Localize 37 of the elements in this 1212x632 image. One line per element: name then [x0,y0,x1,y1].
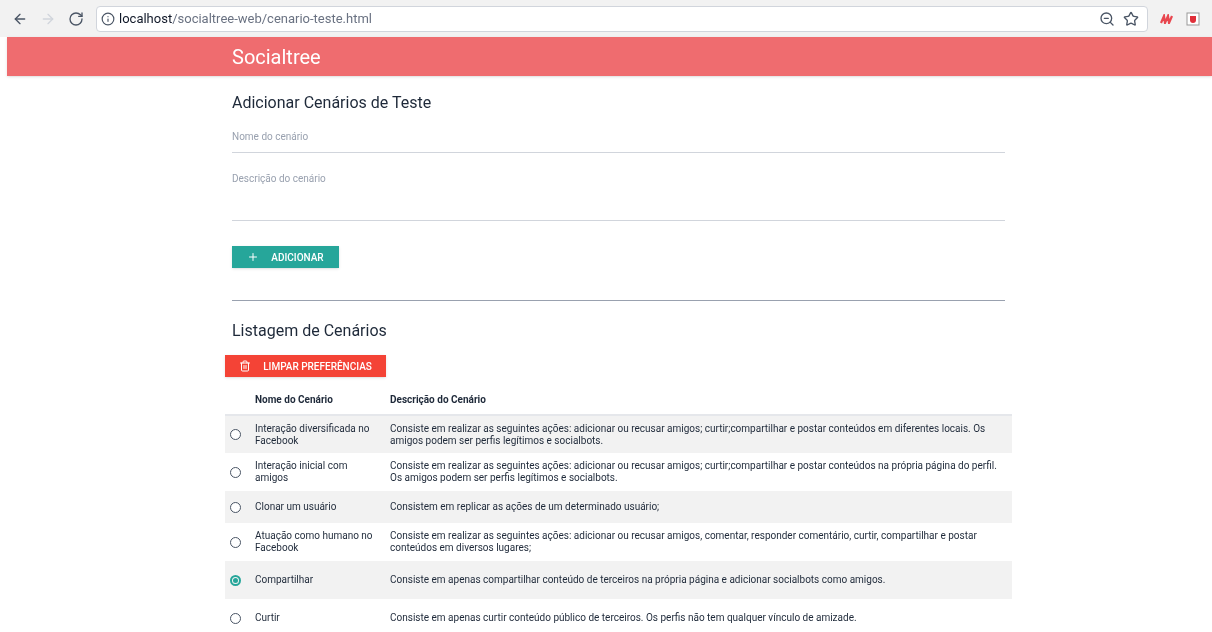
table-cell: Consiste em apenas compartilhar conteúdo de terceiros na própria página e adicionar socialbots como amigos. [390,574,886,585]
table-cell: Consiste em apenas curtir conteúdo público de terceiros. Os perfis não tem qualquer vínculo de amizade. [390,612,857,623]
info-icon [101,11,115,26]
table-cell: Consistem em replicar as ações de um determinado usuário; [390,501,660,512]
table-cell: Consiste em realizar as seguintes ações: adicionar ou recusar amigos; curtir;compartilhar e postar conteúdos em diferentes locais. Os amigos podem ser perfis legítimos e socialbots. [390,422,986,446]
radio-button[interactable] [230,429,241,440]
description-input-field[interactable]: Descrição do cenário [232,171,1005,221]
name-input-field[interactable]: Nome do cenário [232,129,1005,153]
column-header: Nome do Cenário [255,394,333,405]
radio-button[interactable] [230,501,241,513]
app-title: Socialtree [232,43,321,71]
table-cell: Compartilhar [255,574,314,585]
section-title: Listagem de Cenários [232,320,388,342]
plus-icon [247,251,260,263]
reload-icon[interactable] [68,10,84,27]
clear-preferences-button[interactable]: LIMPAR PREFERÊNCIAS [225,355,386,377]
radio-button[interactable] [230,612,241,624]
table-cell: Interação diversificada no Facebook [255,422,370,446]
table-cell: Curtir [255,612,280,623]
trash-icon [239,360,252,372]
extension-icon[interactable] [1186,11,1200,26]
section-title: Adicionar Cenários de Teste [232,92,433,114]
column-header: Descrição do Cenário [390,394,486,405]
table-cell: Interação inicial com amigos [255,460,348,483]
url-text: localhost/socialtree-web/cenario-teste.html [119,9,372,28]
zoom-icon[interactable] [1099,10,1115,27]
table-cell: Atuação como humano no Facebook [255,530,373,553]
extension-icon[interactable] [1160,13,1174,24]
bookmark-star-icon[interactable] [1123,10,1139,27]
radio-button[interactable] [230,574,241,586]
table-cell: Clonar um usuário [255,501,337,512]
table-cell: Consiste em realizar as seguintes ações: adicionar ou recusar amigos; curtir;compartilhar e postar conteúdos na própria página do perfil. Os amigos podem ser perfis legítimos e socialbots. [390,460,997,483]
address-bar[interactable]: localhost/socialtree-web/cenario-teste.html [96,5,1148,32]
radio-button[interactable] [230,536,241,548]
table-cell: Consiste em realizar as seguintes ações: adicionar ou recusar amigos, comentar, responder comentário, curtir, compartilhar e postar conteúdos em diversos lugares; [390,530,977,553]
add-button[interactable]: ADICIONAR [232,246,339,268]
radio-button[interactable] [230,466,241,478]
